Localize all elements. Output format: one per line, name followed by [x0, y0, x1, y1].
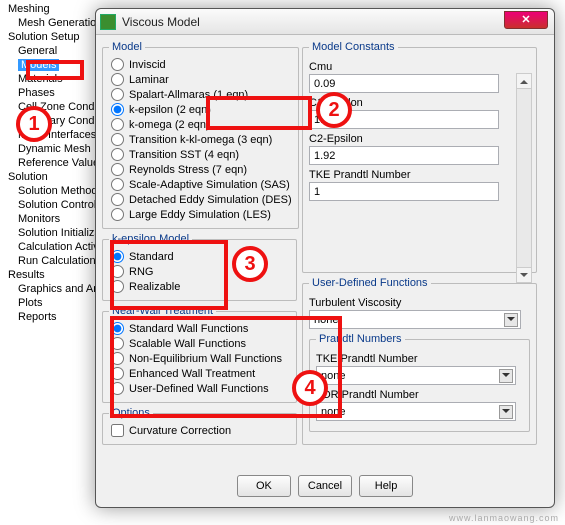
near-wall-treatment-group: Near-Wall Treatment Standard Wall Functi…	[102, 305, 297, 403]
close-button[interactable]: ✕	[504, 11, 548, 29]
radio-transition-sst[interactable]: Transition SST (4 eqn)	[109, 147, 292, 162]
options-legend: Options	[109, 407, 153, 419]
radio-non-equilibrium-wall-fn[interactable]: Non-Equilibrium Wall Functions	[109, 351, 290, 366]
ok-button[interactable]: OK	[237, 475, 291, 497]
radio-spalart-allmaras[interactable]: Spalart-Allmaras (1 eqn)	[109, 87, 292, 102]
chevron-down-icon	[499, 369, 513, 383]
radio-transition-kklomega[interactable]: Transition k-kl-omega (3 eqn)	[109, 132, 292, 147]
const-legend: Model Constants	[309, 41, 398, 53]
tdr-prandtl-label: TDR Prandtl Number	[316, 389, 523, 401]
model-legend: Model	[109, 41, 145, 53]
constants-scrollbar[interactable]	[516, 73, 532, 283]
radio-rng[interactable]: RNG	[109, 264, 290, 279]
radio-k-epsilon[interactable]: k-epsilon (2 eqn)	[109, 102, 292, 117]
c2e-label: C2-Epsilon	[309, 133, 530, 145]
scroll-down-icon[interactable]	[517, 267, 531, 282]
radio-inviscid[interactable]: Inviscid	[109, 57, 292, 72]
cmu-input[interactable]	[309, 74, 499, 93]
c1e-input[interactable]	[309, 110, 499, 129]
radio-user-defined-wall-fn[interactable]: User-Defined Wall Functions	[109, 381, 290, 396]
tke-prandtl-label: TKE Prandtl Number	[316, 353, 523, 365]
turb-visc-dropdown[interactable]: none	[309, 310, 521, 329]
tke-prandtl-dropdown[interactable]: none	[316, 366, 516, 385]
model-constants-group: Model Constants Cmu C1-Epsilon C2-Epsilo…	[302, 41, 537, 273]
radio-reynolds-stress[interactable]: Reynolds Stress (7 eqn)	[109, 162, 292, 177]
radio-des[interactable]: Detached Eddy Simulation (DES)	[109, 192, 292, 207]
tkep-label: TKE Prandtl Number	[309, 169, 530, 181]
udf-legend: User-Defined Functions	[309, 277, 431, 289]
radio-scalable-wall-fn[interactable]: Scalable Wall Functions	[109, 336, 290, 351]
model-group: Model Inviscid Laminar Spalart-Allmaras …	[102, 41, 299, 229]
app-icon	[100, 14, 116, 30]
prandtl-numbers-group: Prandtl Numbers TKE Prandtl Number none …	[309, 333, 530, 432]
dialog-buttons: OK Cancel Help	[96, 475, 554, 497]
tdr-prandtl-dropdown[interactable]: none	[316, 402, 516, 421]
help-button[interactable]: Help	[359, 475, 413, 497]
radio-realizable[interactable]: Realizable	[109, 279, 290, 294]
radio-standard-wall-fn[interactable]: Standard Wall Functions	[109, 321, 290, 336]
radio-k-omega[interactable]: k-omega (2 eqn)	[109, 117, 292, 132]
tkep-input[interactable]	[309, 182, 499, 201]
chevron-down-icon	[499, 405, 513, 419]
c2e-input[interactable]	[309, 146, 499, 165]
radio-enhanced-wall-treatment[interactable]: Enhanced Wall Treatment	[109, 366, 290, 381]
check-curvature-correction[interactable]: Curvature Correction	[109, 423, 290, 438]
viscous-model-dialog: Viscous Model ✕ Model Inviscid Laminar S…	[95, 8, 555, 508]
k-epsilon-model-group: k-epsilon Model Standard RNG Realizable	[102, 233, 297, 301]
cancel-button[interactable]: Cancel	[298, 475, 352, 497]
c1e-label: C1-Epsilon	[309, 97, 530, 109]
prandtl-legend: Prandtl Numbers	[316, 333, 405, 345]
dialog-title: Viscous Model	[122, 15, 200, 29]
titlebar[interactable]: Viscous Model ✕	[96, 9, 554, 35]
udf-group: User-Defined Functions Turbulent Viscosi…	[302, 277, 537, 445]
radio-sas[interactable]: Scale-Adaptive Simulation (SAS)	[109, 177, 292, 192]
nwt-legend: Near-Wall Treatment	[109, 305, 216, 317]
radio-les[interactable]: Large Eddy Simulation (LES)	[109, 207, 292, 222]
kem-legend: k-epsilon Model	[109, 233, 192, 245]
radio-laminar[interactable]: Laminar	[109, 72, 292, 87]
cmu-label: Cmu	[309, 61, 530, 73]
scroll-up-icon[interactable]	[517, 74, 531, 89]
turb-visc-label: Turbulent Viscosity	[309, 297, 530, 309]
radio-standard[interactable]: Standard	[109, 249, 290, 264]
chevron-down-icon	[504, 313, 518, 327]
watermark: www.lanmaowang.com	[449, 513, 559, 523]
options-group: Options Curvature Correction	[102, 407, 297, 445]
